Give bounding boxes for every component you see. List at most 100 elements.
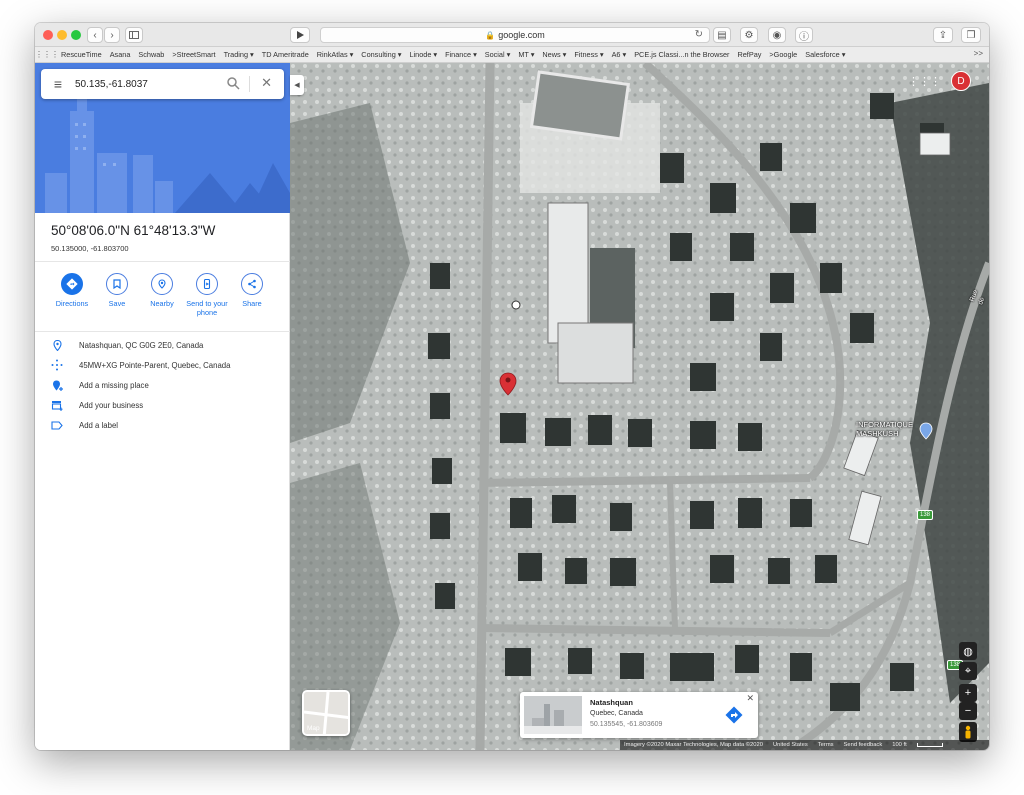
- plus-code-icon: [35, 359, 79, 371]
- extension-button-3[interactable]: ⓘ: [795, 27, 813, 43]
- location-pin-icon: [35, 339, 79, 351]
- minimize-window-button[interactable]: [57, 30, 67, 40]
- nearby-button[interactable]: Nearby: [137, 273, 187, 308]
- route-shield: 138: [917, 510, 934, 520]
- address-bar[interactable]: 🔒 google.com ↻: [320, 27, 710, 43]
- card-close-icon[interactable]: ✕: [746, 693, 754, 704]
- plus-code-text: 45MW+XG Pointe-Parent, Quebec, Canada: [79, 360, 231, 370]
- my-location-button[interactable]: ⌖: [959, 662, 977, 680]
- bookmark-item[interactable]: Finance ▾: [441, 50, 481, 59]
- bookmark-item[interactable]: Social ▾: [481, 50, 515, 59]
- directions-button[interactable]: Directions: [47, 273, 97, 308]
- extension-button-1[interactable]: ⚙: [740, 27, 758, 43]
- zoom-in-button[interactable]: +: [959, 684, 977, 702]
- tabs-icon: ❐: [966, 29, 976, 41]
- sidebar-toggle-button[interactable]: [125, 27, 143, 43]
- caret-left-icon: ◀: [294, 82, 300, 89]
- bookmark-item[interactable]: Trading ▾: [220, 50, 258, 59]
- divider: [35, 261, 290, 262]
- add-business-row[interactable]: Add your business: [35, 396, 290, 414]
- bookmark-item[interactable]: TD Ameritrade: [258, 50, 313, 59]
- label-icon: [35, 420, 79, 430]
- bookmark-item[interactable]: PCE.js Classi...n the Browser: [630, 50, 733, 59]
- eye-icon: ◉: [772, 29, 782, 41]
- bookmark-item[interactable]: Consulting ▾: [357, 50, 405, 59]
- bookmark-item[interactable]: RefPay: [733, 50, 765, 59]
- tabs-button[interactable]: ❐: [961, 27, 981, 43]
- reload-icon[interactable]: ↻: [695, 29, 703, 40]
- share-button[interactable]: Share: [227, 273, 277, 308]
- scale-label[interactable]: 100 ft: [892, 742, 907, 748]
- bookmark-item[interactable]: Salesforce ▾: [801, 50, 849, 59]
- add-missing-place-text: Add a missing place: [79, 380, 149, 390]
- add-place-icon: [35, 380, 79, 391]
- directions-icon: [61, 273, 83, 295]
- share-page-button[interactable]: ⇪: [933, 27, 953, 43]
- globe-view-button[interactable]: ◍: [959, 642, 977, 660]
- zoom-out-button[interactable]: −: [959, 702, 977, 720]
- bookmarks-more-button[interactable]: >>: [974, 49, 983, 58]
- address-row[interactable]: Natashquan, QC G0G 2E0, Canada: [35, 336, 290, 354]
- divider: [35, 331, 290, 332]
- bookmark-item[interactable]: News ▾: [538, 50, 570, 59]
- collapse-panel-button[interactable]: ◀: [290, 75, 304, 95]
- globe-icon: ◍: [963, 645, 973, 658]
- add-label-text: Add a label: [79, 420, 119, 430]
- send-to-phone-label: Send to your phone: [186, 299, 228, 317]
- street-view-pegman[interactable]: [959, 722, 977, 742]
- close-window-button[interactable]: [43, 30, 53, 40]
- satellite-map[interactable]: ⋮⋮⋮ D INFORMATIQUE MASHKUSH Rue de 138 1…: [290, 63, 989, 750]
- crosshair-icon: ⌖: [964, 664, 972, 677]
- minus-icon: −: [964, 705, 972, 717]
- directions-icon[interactable]: [724, 705, 744, 725]
- bookmark-item[interactable]: >StreetSmart: [168, 50, 219, 59]
- send-feedback-link[interactable]: Send feedback: [844, 742, 883, 748]
- terms-link[interactable]: Terms: [818, 742, 834, 748]
- save-label: Save: [108, 299, 126, 308]
- bookmark-item[interactable]: Asana: [106, 50, 135, 59]
- clear-search-icon[interactable]: ✕: [261, 75, 272, 91]
- search-box: ≡ ✕: [41, 69, 284, 99]
- apps-grid-icon[interactable]: ⋮⋮⋮: [35, 50, 59, 59]
- chevron-right-icon: ›: [110, 29, 114, 41]
- forward-button[interactable]: ›: [104, 27, 120, 43]
- save-button[interactable]: Save: [92, 273, 142, 308]
- lock-icon: 🔒: [485, 30, 496, 40]
- bookmark-item[interactable]: RescueTime: [57, 50, 106, 59]
- back-button[interactable]: ‹: [87, 27, 103, 43]
- business-icon: [35, 400, 79, 411]
- add-label-row[interactable]: Add a label: [35, 416, 290, 434]
- layer-switcher-button[interactable]: Map: [302, 690, 350, 736]
- place-decimal-coordinates: 50.135000, -61.803700: [51, 244, 129, 253]
- bookmark-item[interactable]: Linode ▾: [405, 50, 441, 59]
- country-link[interactable]: United States: [773, 742, 808, 748]
- url-text: google.com: [498, 30, 545, 40]
- bookmark-icon: [106, 273, 128, 295]
- reader-button[interactable]: ▤: [713, 27, 731, 43]
- bookmark-item[interactable]: Fitness ▾: [570, 50, 607, 59]
- place-preview-card[interactable]: Natashquan Quebec, Canada 50.135545, -61…: [520, 692, 758, 738]
- chevron-left-icon: ‹: [93, 29, 97, 41]
- search-input[interactable]: [75, 78, 215, 90]
- zoom-window-button[interactable]: [71, 30, 81, 40]
- play-button[interactable]: [290, 27, 310, 43]
- bookmark-item[interactable]: MT ▾: [514, 50, 538, 59]
- action-buttons: Directions Save Nearby Send to your phon…: [35, 273, 290, 329]
- search-icon[interactable]: [226, 76, 240, 90]
- extension-button-2[interactable]: ◉: [768, 27, 786, 43]
- add-missing-place-row[interactable]: Add a missing place: [35, 376, 290, 394]
- send-to-phone-button[interactable]: Send to your phone: [182, 273, 232, 317]
- bookmark-item[interactable]: Schwab: [134, 50, 168, 59]
- google-apps-icon[interactable]: ⋮⋮⋮: [908, 75, 941, 88]
- bookmark-item[interactable]: RinkAtlas ▾: [313, 50, 358, 59]
- bookmark-item[interactable]: A6 ▾: [608, 50, 631, 59]
- poi-label[interactable]: INFORMATIQUE MASHKUSH: [856, 420, 926, 438]
- share-icon: [241, 273, 263, 295]
- card-place-name: Natashquan: [590, 698, 633, 707]
- info-icon: ⓘ: [799, 31, 809, 43]
- hamburger-menu-icon[interactable]: ≡: [41, 76, 75, 92]
- account-avatar[interactable]: D: [951, 71, 971, 91]
- plus-code-row[interactable]: 45MW+XG Pointe-Parent, Quebec, Canada: [35, 356, 290, 374]
- bookmark-item[interactable]: >Google: [765, 50, 801, 59]
- imagery-credit: Imagery ©2020 Maxar Technologies, Map da…: [624, 742, 763, 748]
